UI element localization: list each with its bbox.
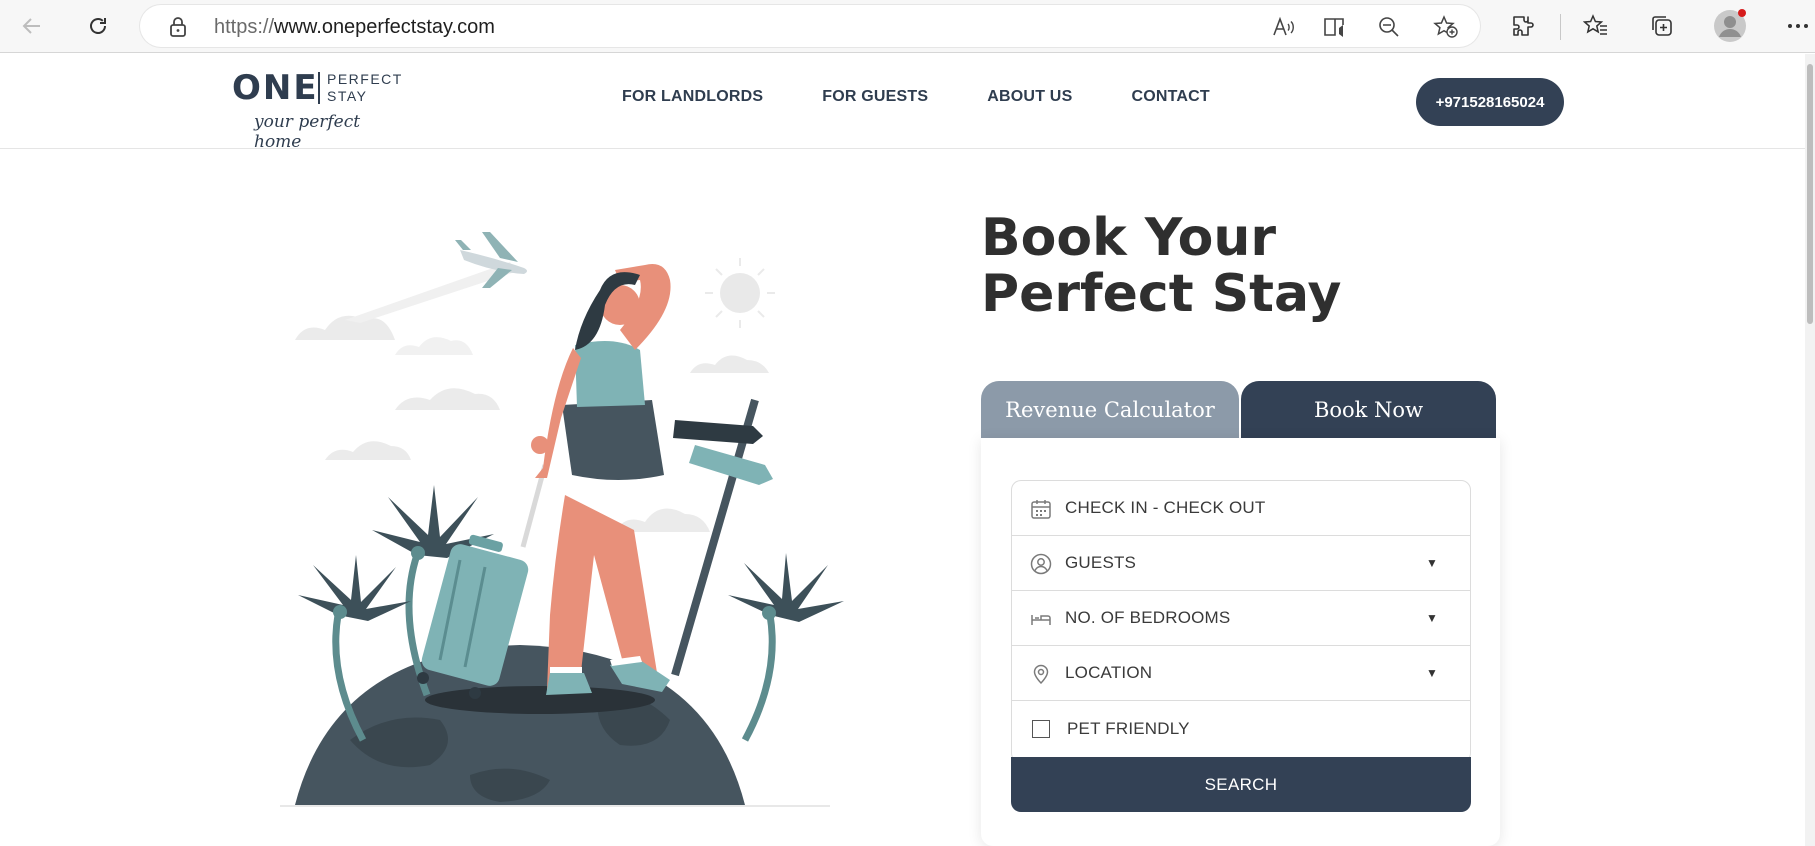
- scrollbar-thumb[interactable]: [1807, 64, 1813, 324]
- immersive-reader-icon[interactable]: [1323, 14, 1349, 40]
- browser-toolbar: https://www.oneperfectstay.com: [0, 0, 1815, 53]
- location-select-label: LOCATION: [1065, 663, 1153, 682]
- caret-down-icon: ▼: [1426, 611, 1438, 625]
- tab-revenue-calculator[interactable]: Revenue Calculator: [981, 381, 1239, 439]
- search-button[interactable]: SEARCH: [1011, 757, 1471, 812]
- user-circle-icon: [1030, 553, 1052, 575]
- phone-button[interactable]: +971528165024: [1416, 78, 1564, 126]
- logo-perfect-text: PERFECT: [327, 71, 403, 87]
- calendar-icon: [1031, 500, 1051, 519]
- caret-down-icon: ▼: [1426, 666, 1438, 680]
- logo-divider: [318, 72, 320, 104]
- profile-avatar-icon[interactable]: [1712, 8, 1748, 44]
- url-scheme: https://: [214, 16, 275, 38]
- booking-form: CHECK IN - CHECK OUT GUESTS ▼ NO. OF BED…: [1011, 480, 1471, 763]
- url-text[interactable]: https://www.oneperfectstay.com: [214, 16, 495, 39]
- pet-friendly-row[interactable]: PET FRIENDLY: [1012, 701, 1470, 756]
- read-aloud-icon[interactable]: [1270, 14, 1296, 40]
- signpost-icon: [671, 398, 773, 677]
- sun-icon: [705, 258, 775, 328]
- caret-down-icon: ▼: [1426, 556, 1438, 570]
- extensions-icon[interactable]: [1505, 8, 1541, 44]
- pet-friendly-checkbox[interactable]: [1032, 720, 1050, 738]
- site-header: ONE PERFECT STAY your perfect home FOR L…: [0, 54, 1805, 152]
- pet-friendly-label: PET FRIENDLY: [1067, 718, 1190, 738]
- collections-icon[interactable]: [1644, 8, 1680, 44]
- logo-one-text: ONE: [232, 68, 319, 108]
- location-select[interactable]: LOCATION ▼: [1012, 646, 1470, 701]
- add-favorite-icon[interactable]: [1433, 14, 1459, 40]
- nav-for-guests[interactable]: FOR GUESTS: [822, 88, 928, 106]
- lock-icon: [170, 17, 186, 37]
- url-host: www.oneperfectstay.com: [274, 16, 495, 38]
- zoom-out-icon[interactable]: [1376, 14, 1402, 40]
- site-logo[interactable]: ONE PERFECT STAY your perfect home: [232, 68, 412, 152]
- main-nav: FOR LANDLORDS FOR GUESTS ABOUT US CONTAC…: [622, 88, 1269, 106]
- tab-book-now[interactable]: Book Now: [1241, 381, 1496, 439]
- page-scrollbar[interactable]: [1805, 54, 1815, 846]
- hero-illustration: [270, 220, 850, 820]
- back-button[interactable]: [14, 8, 50, 44]
- bedrooms-select[interactable]: NO. OF BEDROOMS ▼: [1012, 591, 1470, 646]
- dates-field-label: CHECK IN - CHECK OUT: [1065, 498, 1266, 517]
- bedrooms-select-label: NO. OF BEDROOMS: [1065, 608, 1231, 627]
- dates-field[interactable]: CHECK IN - CHECK OUT: [1012, 481, 1470, 536]
- favorites-icon[interactable]: [1578, 8, 1614, 44]
- nav-contact[interactable]: CONTACT: [1131, 88, 1209, 106]
- location-pin-icon: [1033, 664, 1049, 685]
- logo-tagline: your perfect home: [254, 112, 361, 152]
- toolbar-divider: [1560, 14, 1561, 40]
- nav-for-landlords[interactable]: FOR LANDLORDS: [622, 88, 763, 106]
- nav-about-us[interactable]: ABOUT US: [987, 88, 1072, 106]
- logo-stay-text: STAY: [327, 88, 368, 104]
- address-bar[interactable]: https://www.oneperfectstay.com: [140, 5, 1480, 47]
- booking-card: CHECK IN - CHECK OUT GUESTS ▼ NO. OF BED…: [981, 438, 1500, 846]
- traveler-woman: [531, 264, 671, 695]
- guests-select[interactable]: GUESTS ▼: [1012, 536, 1470, 591]
- reload-icon: [90, 18, 106, 34]
- traveler-illustration: [280, 232, 844, 807]
- guests-select-label: GUESTS: [1065, 553, 1137, 572]
- more-menu-icon[interactable]: [1780, 8, 1815, 44]
- back-arrow-icon: [22, 18, 40, 34]
- reload-button[interactable]: [80, 8, 116, 44]
- hero-title: Book Your Perfect Stay: [981, 208, 1342, 324]
- bed-icon: [1031, 615, 1051, 625]
